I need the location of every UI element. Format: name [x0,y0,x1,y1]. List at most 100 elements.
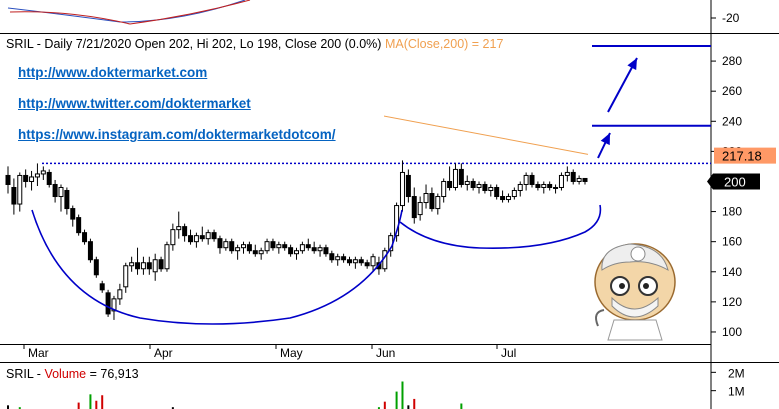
candle-body [176,226,182,231]
candle-body [364,262,370,267]
candle-body [29,176,35,182]
link-instagram[interactable]: https://www.instagram.com/doktermarketdo… [18,127,336,142]
candle-body [17,174,23,205]
volume-bar [77,402,80,409]
candle-body [341,256,347,261]
candle-body [411,196,417,219]
candle-body [164,244,170,270]
y-tick-label: 180 [722,205,742,219]
candle-body [346,259,352,264]
link-website[interactable]: http://www.doktermarket.com [18,65,207,80]
candle-body [252,250,258,255]
candle-body [170,229,176,246]
candle-body [470,180,476,188]
candle-body [476,183,482,188]
candle-body [370,256,376,267]
handle-curve [399,204,602,249]
candle-body [52,183,58,198]
y-tick-label: 260 [722,84,742,98]
candles-group [5,160,588,320]
y-tick-label: 160 [722,235,742,249]
ma-legend: MA(Close,200) = 217 [384,37,504,51]
candle-body [358,259,364,264]
candle-body [441,180,447,198]
link-twitter[interactable]: http://www.twitter.com/doktermarket [18,96,251,111]
candle-body [87,241,93,261]
candle-body [211,232,217,240]
candle-body [199,235,205,240]
volume-bar [413,398,416,409]
candle-body [558,174,564,188]
candle-body [294,250,299,255]
candle-body [105,292,111,315]
chart-title: SRIL - Daily 7/21/2020 Open 202, Hi 202,… [6,37,503,51]
candle-body [93,259,99,276]
x-month-label: Jul [501,346,516,360]
candle-body [217,238,223,249]
vol-tick-label-2m: 2M [728,366,745,380]
candle-body [229,241,235,252]
candle-body [158,259,164,270]
candle-body [82,232,88,243]
candle-body [5,174,11,185]
mascot-eye [643,283,649,289]
indicator-line-blue [7,0,246,23]
candle-body [399,171,405,207]
candle-body [447,180,453,188]
volume-title: SRIL - Volume = 76,913 [6,367,139,381]
candle-body [505,196,511,201]
candle-body [258,250,264,255]
candle-body [46,171,52,185]
candle-body [329,253,335,261]
candle-body [123,265,129,288]
indicator-line-red [9,0,251,25]
candle-body [317,247,323,252]
mascot-stethoscope [595,309,605,327]
candle-body [270,241,276,249]
volume-value: 76,913 [100,367,139,381]
y-tick-label: 100 [722,325,742,339]
volume-bar [460,403,463,409]
candle-body [523,174,529,185]
candle-body [223,241,229,249]
title-text: SRIL - Daily 7/21/2020 Open 202, Hi 202,… [6,37,382,51]
volume-symbol: SRIL [6,367,34,381]
candle-body [535,183,541,188]
candle-body [429,193,435,210]
candle-body [435,196,441,210]
volume-label: Volume [44,367,87,381]
candle-body [570,171,576,182]
x-month-label: Mar [28,346,49,360]
mascot-eye [619,283,625,289]
candle-body [76,217,82,234]
candle-body [305,244,311,249]
chart-stage: -20100120140160180200220240260280217.182… [0,0,779,409]
candle-body [564,171,570,176]
candle-body [553,186,559,189]
candle-body [188,235,194,243]
candle-body [582,177,588,182]
candle-body [64,190,70,210]
candle-body [335,256,341,261]
ma200-line [379,114,589,155]
candle-body [264,241,270,252]
candle-body [529,174,535,185]
y-tick-label: 240 [722,114,742,128]
y-tick-label: 120 [722,295,742,309]
volume-bar [7,405,9,409]
candle-body [70,208,76,220]
candle-body [11,186,17,205]
volume-bar [395,391,398,409]
candle-body [23,174,29,182]
candle-body [482,183,488,192]
doctor-mascot-icon [594,243,676,341]
candle-body [182,226,188,237]
candle-body [58,186,64,198]
candle-body [323,247,329,255]
volume-bar [101,395,104,409]
last-price-label: 200 [724,174,746,189]
candle-body [576,177,582,182]
candle-body [494,186,500,198]
candle-body [423,193,429,204]
x-month-label: Apr [154,346,173,360]
